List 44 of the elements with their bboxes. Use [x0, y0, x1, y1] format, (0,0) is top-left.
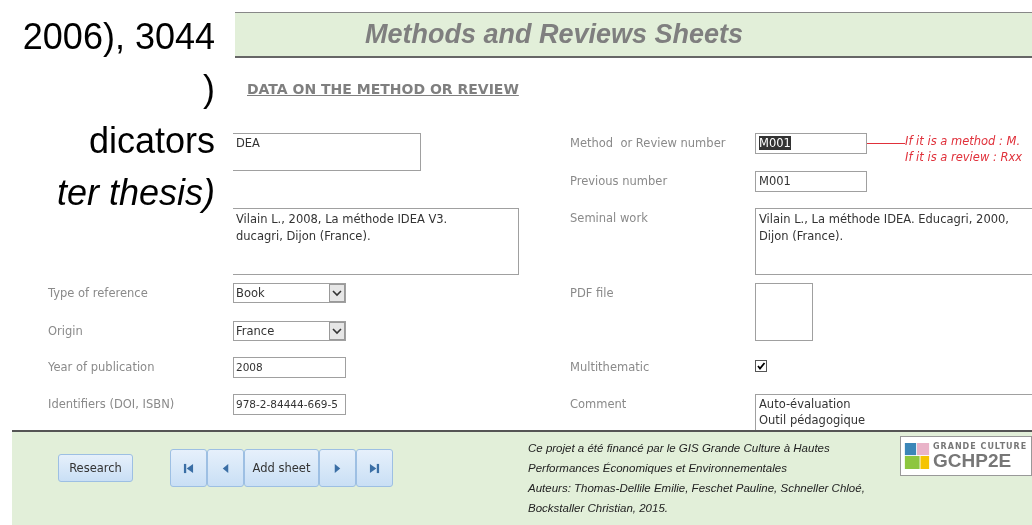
logo-text: GCHP2E	[933, 450, 1013, 470]
prev-arrow-icon	[220, 462, 231, 474]
field-label: Method or Review number	[570, 136, 726, 150]
section-title: DATA ON THE METHOD OR REVIEW	[247, 81, 519, 97]
identifiers-field[interactable]: 978-2-84444-669-5	[233, 394, 346, 415]
slide-text: )	[203, 67, 215, 111]
leader-line	[867, 143, 905, 144]
field-label: Type of reference	[48, 286, 148, 300]
reference-field[interactable]: Vilain L., 2008, La méthode IDEA V3. ducagri, Dijon (France).	[233, 208, 519, 275]
field-label: Seminal work	[570, 211, 648, 225]
selected-text: M001	[759, 136, 791, 150]
field-label: Comment	[570, 397, 627, 411]
research-button[interactable]: Research	[58, 454, 133, 482]
field-label: Identifiers (DOI, ISBN)	[48, 397, 175, 411]
field-label: PDF file	[570, 286, 614, 300]
slide-text: 2006), 3044	[22, 15, 215, 59]
last-record-button[interactable]	[356, 449, 393, 487]
field-label: Previous number	[570, 174, 668, 188]
previous-number-field[interactable]: M001	[755, 171, 867, 192]
add-sheet-button[interactable]: Add sheet	[244, 449, 319, 487]
first-record-button[interactable]	[170, 449, 207, 487]
next-arrow-icon	[332, 462, 343, 474]
field-label: Multithematic	[570, 360, 650, 374]
field-label: Year of publication	[48, 360, 155, 374]
credits-text: Ce projet a été financé par le GIS Grande Culture à Hautes Performances Économiques et Environnementales Auteurs: Thomas-Dellile Emilie, Feschet Pauline, Schneller Chloé, Bockstaller Christian, 2015.	[528, 441, 866, 516]
pdf-file-box[interactable]	[755, 283, 813, 341]
last-arrow-icon	[369, 462, 380, 474]
colored-squares-icon	[904, 441, 930, 471]
name-field[interactable]: DEA	[233, 133, 421, 171]
origin-dropdown[interactable]: France	[233, 321, 346, 341]
form-title: Methods and Reviews Sheets	[365, 19, 744, 50]
slide-text: dicators	[88, 119, 215, 163]
seminal-work-field[interactable]: Vilain L., La méthode IDEA. Educagri, 2000, Dijon (France).	[755, 208, 1032, 275]
field-label: Origin	[48, 324, 83, 338]
hint-note: If it is a review : Rxx	[905, 149, 1023, 165]
logo-text: GRANDE CULTURE	[933, 442, 1028, 451]
number-field[interactable]: M001	[755, 133, 867, 154]
hint-note: If it is a method : M.	[905, 133, 1022, 149]
type-dropdown[interactable]: Book	[233, 283, 346, 303]
slide-text: ter thesis)	[56, 171, 215, 215]
year-field[interactable]: 2008	[233, 357, 346, 378]
first-arrow-icon	[183, 462, 194, 474]
multithematic-checkbox[interactable]	[755, 360, 767, 372]
comment-field[interactable]: Auto-évaluation Outil pédagogique	[755, 394, 1032, 430]
